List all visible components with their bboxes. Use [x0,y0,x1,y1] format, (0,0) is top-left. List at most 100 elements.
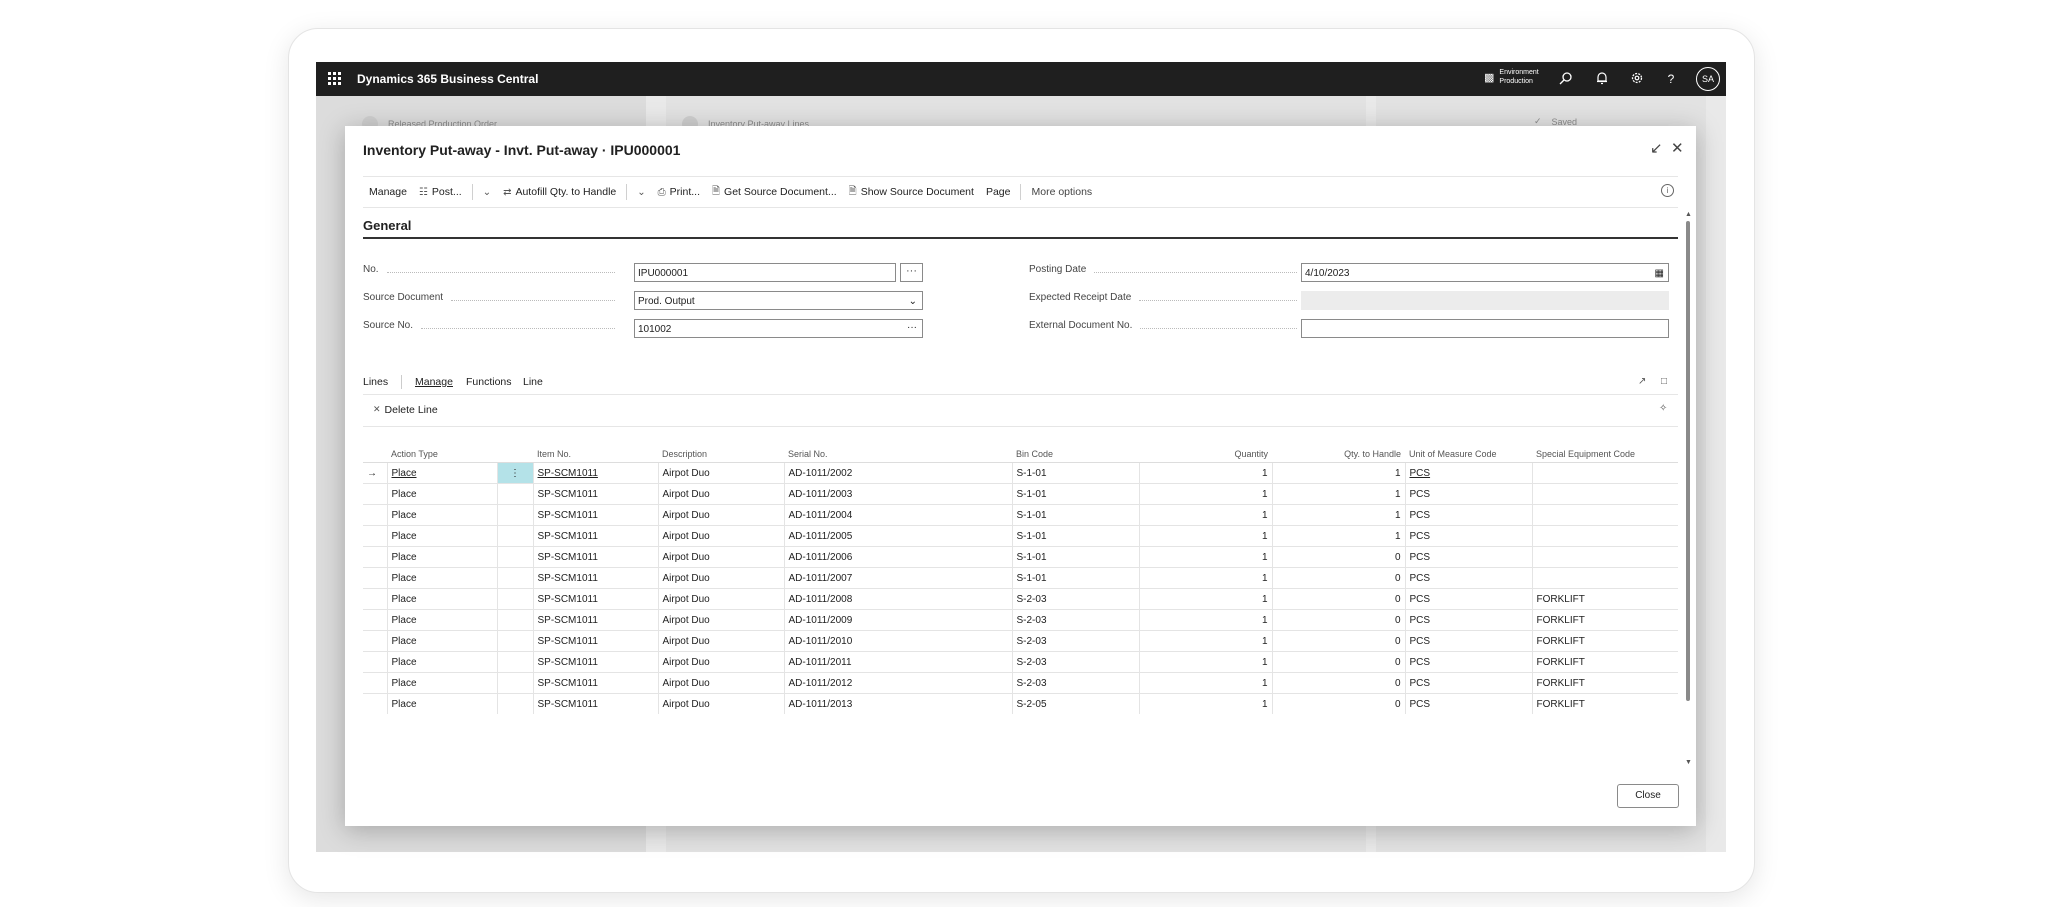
row-menu-cell[interactable] [497,672,534,694]
unit-of-measure-cell[interactable]: PCS [1405,630,1533,652]
bin-code-cell[interactable]: S-1-01 [1012,462,1140,484]
item-no-cell[interactable]: SP-SCM1011 [533,672,659,694]
serial-no-cell[interactable]: AD-1011/2010 [784,630,1013,652]
action-type-cell[interactable]: Place [387,483,498,505]
qty-to-handle-cell[interactable]: 0 [1272,693,1406,714]
serial-no-cell[interactable]: AD-1011/2013 [784,693,1013,714]
gear-icon[interactable] [1629,71,1645,87]
quantity-cell[interactable]: 1 [1139,672,1273,694]
bell-icon[interactable] [1594,71,1610,87]
action-type-cell[interactable]: Place [387,651,498,673]
special-equipment-cell[interactable] [1532,504,1678,526]
special-equipment-cell[interactable]: FORKLIFT [1532,672,1678,694]
bin-code-cell[interactable]: S-2-05 [1012,693,1140,714]
action-type-cell[interactable]: Place [387,504,498,526]
quantity-cell[interactable]: 1 [1139,588,1273,610]
bin-code-cell[interactable]: S-2-03 [1012,672,1140,694]
help-icon[interactable]: ? [1663,71,1679,87]
scroll-down-icon[interactable]: ▼ [1685,759,1692,766]
close-icon[interactable]: ✕ [1671,139,1684,157]
serial-no-cell[interactable]: AD-1011/2006 [784,546,1013,568]
special-equipment-cell[interactable]: FORKLIFT [1532,693,1678,714]
item-no-cell[interactable]: SP-SCM1011 [533,630,659,652]
expand-icon[interactable]: □ [1661,376,1667,387]
environment-indicator[interactable]: ▩ Environment Production [1484,68,1539,86]
serial-no-cell[interactable]: AD-1011/2005 [784,525,1013,547]
calendar-icon[interactable]: ▦ [1655,264,1664,283]
bin-code-cell[interactable]: S-2-03 [1012,588,1140,610]
avatar[interactable]: SA [1696,67,1720,91]
quantity-cell[interactable]: 1 [1139,609,1273,631]
column-header[interactable]: Description [658,446,784,463]
qty-to-handle-cell[interactable]: 0 [1272,567,1406,589]
qty-to-handle-cell[interactable]: 0 [1272,630,1406,652]
page-menu[interactable]: Page [980,186,1017,198]
unit-of-measure-cell[interactable]: PCS [1405,567,1533,589]
serial-no-cell[interactable]: AD-1011/2012 [784,672,1013,694]
unit-of-measure-cell[interactable]: PCS [1405,462,1533,484]
qty-to-handle-cell[interactable]: 0 [1272,588,1406,610]
serial-no-cell[interactable]: AD-1011/2003 [784,483,1013,505]
quantity-cell[interactable]: 1 [1139,462,1273,484]
item-no-cell[interactable]: SP-SCM1011 [533,483,659,505]
item-no-cell[interactable]: SP-SCM1011 [533,693,659,714]
item-no-cell[interactable]: SP-SCM1011 [533,525,659,547]
source-no-field[interactable]: 101002 ··· [634,319,923,338]
table-row[interactable]: Place SP-SCM1011 Airpot Duo AD-1011/2004 S-1… [363,504,1678,526]
item-no-cell[interactable]: SP-SCM1011 [533,546,659,568]
action-type-cell[interactable]: Place [387,630,498,652]
quantity-cell[interactable]: 1 [1139,630,1273,652]
action-type-cell[interactable]: Place [387,609,498,631]
item-no-cell[interactable]: SP-SCM1011 [533,462,659,484]
no-field[interactable]: IPU000001 [634,263,896,282]
bin-code-cell[interactable]: S-2-03 [1012,651,1140,673]
quantity-cell[interactable]: 1 [1139,483,1273,505]
unit-of-measure-cell[interactable]: PCS [1405,672,1533,694]
unit-of-measure-cell[interactable]: PCS [1405,525,1533,547]
description-cell[interactable]: Airpot Duo [658,672,785,694]
table-row[interactable]: Place SP-SCM1011 Airpot Duo AD-1011/2008 S-2… [363,588,1678,610]
description-cell[interactable]: Airpot Duo [658,693,785,714]
row-indicator[interactable]: → [363,462,388,484]
qty-to-handle-cell[interactable]: 1 [1272,483,1406,505]
description-cell[interactable]: Airpot Duo [658,630,785,652]
column-header[interactable]: Action Type [387,446,497,463]
tab-functions[interactable]: Functions [466,376,512,388]
serial-no-cell[interactable]: AD-1011/2004 [784,504,1013,526]
description-cell[interactable]: Airpot Duo [658,567,785,589]
dialog-scrollbar[interactable]: ▲ ▼ [1685,211,1692,771]
tab-line[interactable]: Line [523,376,543,388]
row-indicator[interactable] [363,546,388,568]
row-indicator[interactable] [363,693,388,714]
description-cell[interactable]: Airpot Duo [658,483,785,505]
close-button[interactable]: Close [1617,784,1679,808]
action-type-cell[interactable]: Place [387,546,498,568]
app-launcher-icon[interactable] [328,72,342,86]
personalize-icon[interactable]: ✧ [1659,403,1667,414]
unit-of-measure-cell[interactable]: PCS [1405,483,1533,505]
more-options-button[interactable]: More options [1025,186,1098,198]
action-type-cell[interactable]: Place [387,567,498,589]
quantity-cell[interactable]: 1 [1139,546,1273,568]
action-type-cell[interactable]: Place [387,588,498,610]
serial-no-cell[interactable]: AD-1011/2011 [784,651,1013,673]
qty-to-handle-cell[interactable]: 0 [1272,651,1406,673]
serial-no-cell[interactable]: AD-1011/2002 [784,462,1013,484]
external-document-no-field[interactable] [1301,319,1669,338]
description-cell[interactable]: Airpot Duo [658,651,785,673]
collapse-icon[interactable]: ↙ [1650,139,1663,157]
table-row[interactable]: Place SP-SCM1011 Airpot Duo AD-1011/2006 S-1… [363,546,1678,568]
post-button[interactable]: ☷ Post... [413,186,468,198]
special-equipment-cell[interactable] [1532,525,1678,547]
table-row[interactable]: → Place ⋮ SP-SCM1011 Airpot Duo AD-1011/2002 S… [363,462,1678,484]
bin-code-cell[interactable]: S-1-01 [1012,525,1140,547]
description-cell[interactable]: Airpot Duo [658,588,785,610]
qty-to-handle-cell[interactable]: 0 [1272,672,1406,694]
quantity-cell[interactable]: 1 [1139,525,1273,547]
table-row[interactable]: Place SP-SCM1011 Airpot Duo AD-1011/2003 S-1… [363,483,1678,505]
row-menu-cell[interactable] [497,588,534,610]
column-header[interactable]: Serial No. [784,446,1012,463]
qty-to-handle-cell[interactable]: 1 [1272,504,1406,526]
table-row[interactable]: Place SP-SCM1011 Airpot Duo AD-1011/2012 S-2… [363,672,1678,694]
item-no-cell[interactable]: SP-SCM1011 [533,609,659,631]
